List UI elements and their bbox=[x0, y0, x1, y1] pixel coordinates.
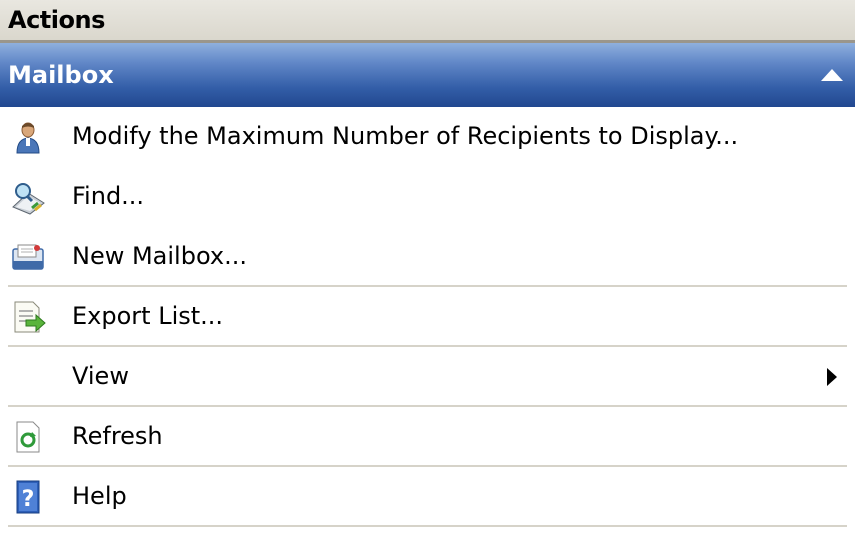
svg-text:?: ? bbox=[22, 487, 35, 512]
user-icon bbox=[16, 122, 40, 154]
action-label: View bbox=[72, 362, 129, 390]
help-action[interactable]: ? Help bbox=[0, 467, 855, 527]
action-label: Help bbox=[72, 482, 127, 510]
actions-title: Actions bbox=[8, 6, 105, 34]
action-label: Modify the Maximum Number of Recipients … bbox=[72, 122, 739, 150]
submenu-arrow-icon bbox=[827, 368, 837, 386]
actions-pane: Actions Mailbox Modify the Maximum Numbe… bbox=[0, 0, 855, 537]
collapse-up-icon[interactable] bbox=[803, 53, 855, 97]
action-label: Refresh bbox=[72, 422, 163, 450]
action-label: Find... bbox=[72, 182, 145, 210]
export-list-icon bbox=[14, 301, 46, 333]
view-submenu-action[interactable]: View bbox=[0, 347, 855, 407]
refresh-action[interactable]: Refresh bbox=[0, 407, 855, 467]
refresh-icon bbox=[16, 421, 40, 453]
new-mailbox-action[interactable]: New Mailbox... bbox=[0, 227, 855, 287]
actions-header: Actions bbox=[0, 0, 855, 43]
action-label: Export List... bbox=[72, 302, 224, 330]
export-list-action[interactable]: Export List... bbox=[0, 287, 855, 347]
action-label: New Mailbox... bbox=[72, 242, 247, 270]
mailbox-section-title: Mailbox bbox=[8, 61, 114, 89]
find-scanner-icon bbox=[12, 183, 45, 215]
modify-max-recipients-action[interactable]: Modify the Maximum Number of Recipients … bbox=[0, 107, 855, 167]
mailbox-section-header[interactable]: Mailbox bbox=[0, 43, 855, 107]
action-list: Modify the Maximum Number of Recipients … bbox=[0, 107, 855, 527]
find-action[interactable]: Find... bbox=[0, 167, 855, 227]
new-mailbox-icon bbox=[12, 244, 44, 270]
help-icon: ? bbox=[16, 480, 40, 514]
